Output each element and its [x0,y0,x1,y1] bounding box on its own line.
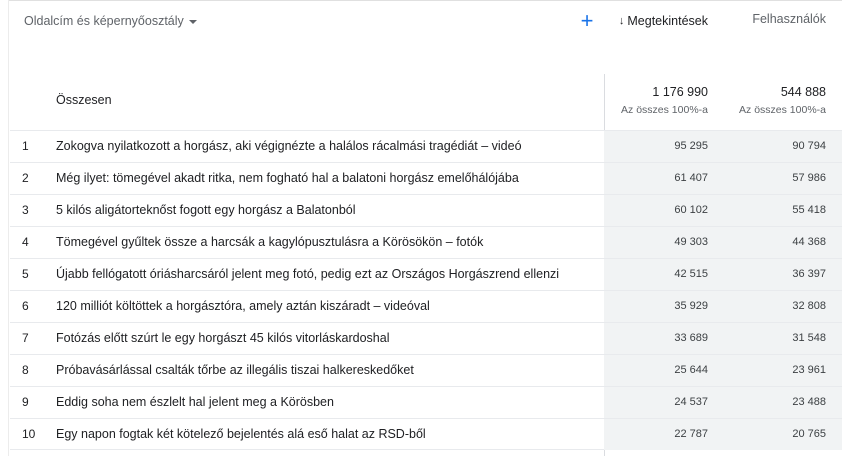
row-title: Fotózás előtt szúrt le egy horgászt 45 k… [56,331,390,345]
table-row[interactable]: 8 Próbavásárlással csalták tőrbe az illeg… [10,354,842,386]
row-index: 8 [22,363,29,377]
row-users: 36 397 [792,268,826,280]
row-views: 60 102 [674,204,708,216]
row-views: 25 644 [674,364,708,376]
column-header-users[interactable]: Felhasználók [720,12,826,30]
row-index: 9 [22,395,29,409]
row-views: 33 689 [674,332,708,344]
row-users: 32 808 [792,300,826,312]
row-users: 23 961 [792,364,826,376]
table-row[interactable]: 10 Egy napon fogtak két kötelező bejelent… [10,418,842,450]
totals-views-percent: Az összes 100%-a [621,104,708,116]
row-users: 57 986 [792,172,826,184]
row-title: Próbavásárlással csalták tőrbe az illegá… [56,363,414,377]
row-title: Eddig soha nem észlelt hal jelent meg a … [56,395,334,409]
row-title: 5 kilós aligátorteknőst fogott egy horgá… [56,203,356,217]
table-row[interactable]: 3 5 kilós aligátorteknőst fogott egy horg… [10,194,842,226]
dimension-selector[interactable]: Oldalcím és képernyőosztály [24,12,197,30]
row-views: 49 303 [674,236,708,248]
totals-label: Összesen [56,93,112,107]
row-views: 24 537 [674,396,708,408]
top-border [8,0,842,1]
row-index: 1 [22,139,29,153]
totals-users-percent: Az összes 100%-a [739,104,826,116]
row-views: 22 787 [674,428,708,440]
row-users: 20 765 [792,428,826,440]
row-users: 55 418 [792,204,826,216]
row-users: 31 548 [792,332,826,344]
row-views: 61 407 [674,172,708,184]
caret-down-icon [188,19,197,24]
row-users: 23 488 [792,396,826,408]
row-title: Zokogva nyilatkozott a horgász, aki végi… [56,139,522,153]
row-title: Újabb fellógatott óriásharcsáról jelent … [56,267,560,281]
table-row[interactable]: 5 Újabb fellógatott óriásharcsáról jelent… [10,258,842,290]
row-index: 6 [22,299,29,313]
table-row[interactable]: 6 120 milliót költöttek a horgásztóra, am… [10,290,842,322]
row-index: 2 [22,171,29,185]
sort-down-icon: ↓ [618,15,625,27]
dimension-label: Oldalcím és képernyőosztály [24,14,184,28]
table-row[interactable]: 4 Tömegével gyűltek össze a harcsák a kag… [10,226,842,258]
table-row[interactable]: 2 Még ilyet: tömegével akadt ritka, nem f… [10,162,842,194]
row-title: 120 milliót költöttek a horgásztóra, ame… [56,299,430,313]
left-border [8,0,9,456]
row-users: 44 368 [792,236,826,248]
add-column-icon[interactable]: + [578,10,596,32]
row-index: 4 [22,235,29,249]
totals-users: 544 888 [780,85,826,99]
row-title: Még ilyet: tömegével akadt ritka, nem fo… [56,171,519,185]
row-index: 7 [22,331,29,345]
row-users: 90 794 [792,140,826,152]
row-title: Egy napon fogtak két kötelező bejelentés… [56,427,426,441]
table-row[interactable]: 7 Fotózás előtt szúrt le egy horgászt 45 … [10,322,842,354]
totals-views: 1 176 990 [652,85,708,99]
row-views: 42 515 [674,268,708,280]
row-views: 95 295 [674,140,708,152]
row-title: Tömegével gyűltek össze a harcsák a kagy… [56,235,484,249]
column-header-views-label: Megtekintések [627,14,708,28]
column-header-views[interactable]: ↓ Megtekintések [604,12,708,30]
data-table: 1 Zokogva nyilatkozott a horgász, aki vég… [10,130,842,450]
row-index: 5 [22,267,29,281]
row-views: 35 929 [674,300,708,312]
row-index: 10 [22,427,36,441]
row-index: 3 [22,203,29,217]
table-row[interactable]: 9 Eddig soha nem észlelt hal jelent meg a… [10,386,842,418]
table-row[interactable]: 1 Zokogva nyilatkozott a horgász, aki vég… [10,130,842,162]
